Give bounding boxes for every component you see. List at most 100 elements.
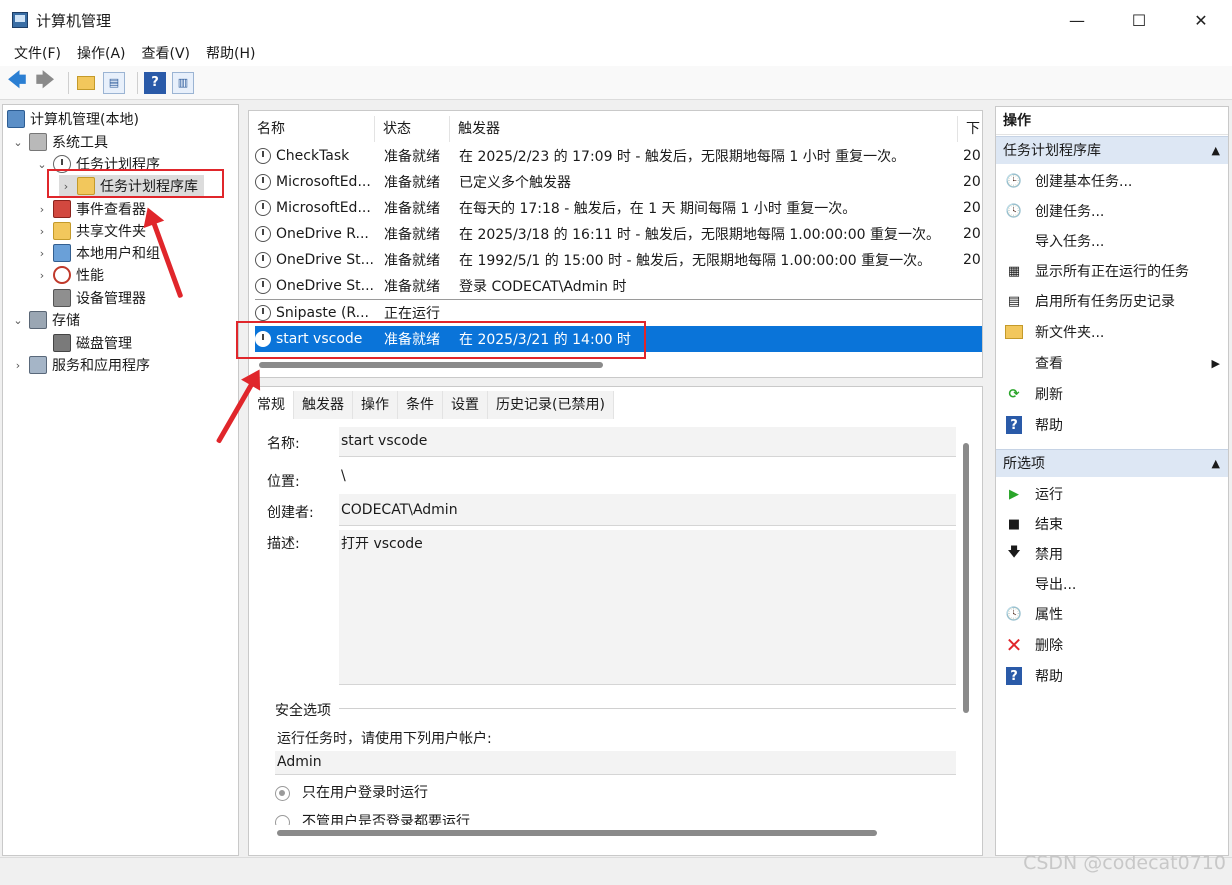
up-folder-icon[interactable] xyxy=(75,72,97,94)
table-row[interactable]: MicrosoftEd... 准备就绪 在每天的 17:18 - 触发后，在 1… xyxy=(255,195,982,221)
task-status: 准备就绪 xyxy=(384,253,440,269)
action-label: 禁用 xyxy=(1035,547,1063,563)
history-icon: ▤ xyxy=(1007,293,1021,309)
chevron-right-icon[interactable]: › xyxy=(11,359,25,372)
tree-item-device-manager[interactable]: 设备管理器 xyxy=(53,287,146,309)
task-trigger: 在 2025/3/18 的 16:11 时 - 触发后，无限期地每隔 1.00:… xyxy=(459,227,941,243)
name-field[interactable] xyxy=(339,427,956,457)
account-field[interactable] xyxy=(275,751,956,775)
action-label: 帮助 xyxy=(1035,418,1063,434)
annotation-highlight-box xyxy=(47,169,224,198)
vertical-scrollbar[interactable] xyxy=(963,443,969,713)
column-header-status[interactable]: 状态 xyxy=(375,116,450,142)
table-row[interactable]: MicrosoftEd... 准备就绪 已定义多个触发器 20 xyxy=(255,169,982,195)
chevron-right-icon[interactable]: › xyxy=(35,269,49,282)
chevron-right-icon[interactable]: › xyxy=(35,247,49,260)
close-button[interactable]: ✕ xyxy=(1170,0,1232,40)
collapse-up-icon[interactable]: ▲ xyxy=(1212,450,1220,478)
action-new-folder[interactable]: 新文件夹... xyxy=(996,318,1228,346)
tab-settings[interactable]: 设置 xyxy=(443,391,488,419)
action-delete[interactable]: ✕ 删除 xyxy=(996,631,1228,659)
column-header-name[interactable]: 名称 xyxy=(249,116,375,142)
task-next: 20 xyxy=(963,174,981,190)
table-row[interactable]: OneDrive St... 准备就绪 登录 CODECAT\Admin 时 xyxy=(255,273,982,299)
horizontal-scrollbar[interactable] xyxy=(277,830,877,836)
menu-action[interactable]: 操作(A) xyxy=(77,43,126,63)
column-header-trigger[interactable]: 触发器 xyxy=(450,116,958,142)
menu-file[interactable]: 文件(F) xyxy=(14,43,61,63)
tab-conditions[interactable]: 条件 xyxy=(398,391,443,419)
help-icon[interactable]: ? xyxy=(144,71,166,94)
tree-item-storage[interactable]: ⌄ 存储 xyxy=(11,309,80,331)
show-hide-tree-icon[interactable]: ▤ xyxy=(103,71,125,94)
chevron-down-icon[interactable]: ⌄ xyxy=(11,314,25,327)
task-trigger: 在每天的 17:18 - 触发后，在 1 天 期间每隔 1 小时 重复一次。 xyxy=(459,201,857,217)
menu-help[interactable]: 帮助(H) xyxy=(206,43,255,63)
tree-item-performance[interactable]: › 性能 xyxy=(35,264,104,286)
description-field[interactable] xyxy=(339,530,956,685)
menu-view[interactable]: 查看(V) xyxy=(142,43,191,63)
task-name: OneDrive St... xyxy=(276,278,375,294)
column-header-next[interactable]: 下 xyxy=(958,116,982,142)
tree-label: 磁盘管理 xyxy=(76,336,132,352)
action-properties[interactable]: 🕓 属性 xyxy=(996,600,1228,628)
horizontal-scrollbar[interactable] xyxy=(259,362,603,368)
tab-history[interactable]: 历史记录(已禁用) xyxy=(488,391,614,419)
table-header: 名称 状态 触发器 下 xyxy=(249,116,982,142)
actions-group-selected[interactable]: 所选项 ▲ xyxy=(996,449,1228,478)
tree-item-services[interactable]: › 服务和应用程序 xyxy=(11,354,150,376)
tab-triggers[interactable]: 触发器 xyxy=(294,391,353,419)
tree-item-shared-folders[interactable]: › 共享文件夹 xyxy=(35,220,146,242)
tree-item-disk-management[interactable]: 磁盘管理 xyxy=(53,332,132,354)
collapse-up-icon[interactable]: ▲ xyxy=(1212,137,1220,165)
tree-item-event-viewer[interactable]: › 事件查看器 xyxy=(35,198,146,220)
action-enable-history[interactable]: ▤ 启用所有任务历史记录 xyxy=(996,287,1228,315)
action-disable[interactable]: 🡇 禁用 xyxy=(996,540,1228,568)
action-import-task[interactable]: 导入任务... xyxy=(996,227,1228,255)
back-arrow-icon[interactable]: 🡄 xyxy=(6,70,28,94)
action-run[interactable]: ▶ 运行 xyxy=(996,480,1228,508)
detail-tabs: 常规 触发器 操作 条件 设置 历史记录(已禁用) xyxy=(249,391,614,419)
help-icon: ? xyxy=(1006,667,1022,685)
action-label: 删除 xyxy=(1035,638,1063,654)
tab-general[interactable]: 常规 xyxy=(249,391,294,419)
action-show-running[interactable]: ▦ 显示所有正在运行的任务 xyxy=(996,257,1228,285)
radio-button-selected[interactable] xyxy=(275,785,290,801)
action-create-basic-task[interactable]: 🕒 创建基本任务... xyxy=(996,167,1228,195)
radio-button[interactable] xyxy=(275,814,290,825)
action-export[interactable]: 导出... xyxy=(996,570,1228,598)
action-label: 结束 xyxy=(1035,517,1063,533)
action-create-task[interactable]: 🕓 创建任务... xyxy=(996,197,1228,225)
chevron-down-icon[interactable]: ⌄ xyxy=(11,136,25,149)
action-label: 运行 xyxy=(1035,487,1063,503)
task-clock-icon xyxy=(255,174,271,190)
action-end[interactable]: ■ 结束 xyxy=(996,510,1228,538)
action-label: 刷新 xyxy=(1035,387,1063,403)
forward-arrow-icon[interactable]: 🡆 xyxy=(34,70,56,94)
task-trigger: 登录 CODECAT\Admin 时 xyxy=(459,279,627,295)
maximize-button[interactable]: ☐ xyxy=(1108,0,1170,40)
radio-logged-on-only[interactable]: 只在用户登录时运行 xyxy=(275,782,428,802)
chevron-right-icon[interactable]: › xyxy=(35,203,49,216)
chevron-right-icon[interactable]: › xyxy=(35,225,49,238)
tab-actions[interactable]: 操作 xyxy=(353,391,398,419)
description-label: 描述: xyxy=(267,536,300,552)
tree-item-root[interactable]: 计算机管理(本地) xyxy=(7,108,139,130)
action-label: 导入任务... xyxy=(1035,234,1105,250)
actions-group-library[interactable]: 任务计划程序库 ▲ xyxy=(996,136,1228,165)
tree-item-system-tools[interactable]: ⌄ 系统工具 xyxy=(11,131,108,153)
tree-item-local-users[interactable]: › 本地用户和组 xyxy=(35,242,160,264)
action-help-selected[interactable]: ? 帮助 xyxy=(996,662,1228,690)
action-view[interactable]: 查看 ▶ xyxy=(996,349,1228,377)
task-status: 准备就绪 xyxy=(384,227,440,243)
action-label: 查看 xyxy=(1035,356,1063,372)
task-trigger: 已定义多个触发器 xyxy=(459,175,571,191)
minimize-button[interactable]: — xyxy=(1046,0,1108,40)
show-action-pane-icon[interactable]: ▥ xyxy=(172,71,194,94)
action-refresh[interactable]: ⟳ 刷新 xyxy=(996,380,1228,408)
table-row[interactable]: OneDrive R... 准备就绪 在 2025/3/18 的 16:11 时… xyxy=(255,221,982,247)
radio-whether-logged-on[interactable]: 不管用户是否登录都要运行 xyxy=(275,811,470,825)
table-row[interactable]: OneDrive St... 准备就绪 在 1992/5/1 的 15:00 时… xyxy=(255,247,982,273)
action-help[interactable]: ? 帮助 xyxy=(996,411,1228,439)
table-row[interactable]: CheckTask 准备就绪 在 2025/2/23 的 17:09 时 - 触… xyxy=(255,143,982,169)
